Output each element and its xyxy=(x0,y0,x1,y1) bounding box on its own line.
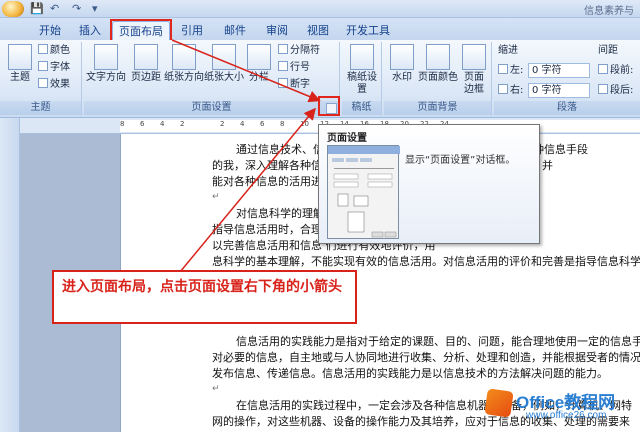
colors-icon xyxy=(38,44,48,54)
theme-colors-button[interactable]: 颜色 xyxy=(38,44,70,58)
left-indent-label: 左: xyxy=(498,64,523,78)
ribbon: 主题 颜色 字体 效果 主题 文字方向 页边距 纸张方向 纸张大小 分栏 分隔符… xyxy=(0,40,640,118)
doc-line[interactable]: 发布信息、传递信息。信息活用的实践能力是以信息技术的方法解决问题的能力。 xyxy=(212,366,640,382)
theme-effects-button[interactable]: 效果 xyxy=(38,78,70,92)
tab-developer[interactable]: 开发工具 xyxy=(340,21,396,40)
redo-icon[interactable]: ↷ xyxy=(72,2,81,16)
watermark-icon xyxy=(390,44,414,70)
tab-mailings[interactable]: 邮件 xyxy=(215,21,255,40)
right-indent-icon xyxy=(498,84,508,94)
columns-button[interactable]: 分栏 xyxy=(244,44,274,84)
tab-review[interactable]: 审阅 xyxy=(257,21,297,40)
doc-line[interactable]: 对必要的信息，自主地或与人协同地进行收集、分析、处理和创造，并能根据受者的情况， xyxy=(212,350,640,366)
effects-icon xyxy=(38,78,48,88)
page-color-icon xyxy=(426,44,450,70)
page-color-button[interactable]: 页面颜色 xyxy=(418,44,458,84)
page-borders-button[interactable]: 页面边框 xyxy=(458,44,490,96)
site-watermark: Office教程网 www.office26.com xyxy=(484,388,640,432)
watermark-url: www.office26.com xyxy=(526,410,607,421)
size-button[interactable]: 纸张大小 xyxy=(204,44,244,84)
spacing-label: 间距 xyxy=(598,45,618,56)
left-indent-input[interactable]: 0 字符 xyxy=(528,63,590,78)
page-setup-tooltip: 页面设置 显示“页面设置”对话框。 xyxy=(318,124,540,244)
title-bar: 💾 ↶ ↷ ▾ 信息素养与 xyxy=(0,0,640,18)
dialog-preview-image xyxy=(327,145,400,239)
margins-icon xyxy=(134,44,158,70)
undo-icon[interactable]: ↶ xyxy=(50,2,59,16)
breaks-button[interactable]: 分隔符 xyxy=(278,44,320,58)
launcher-highlight-box xyxy=(318,96,340,116)
tooltip-description: 显示“页面设置”对话框。 xyxy=(405,155,516,166)
theme-fonts-button[interactable]: 字体 xyxy=(38,61,70,75)
orientation-icon xyxy=(172,44,196,70)
orientation-button[interactable]: 纸张方向 xyxy=(164,44,204,84)
manuscript-group-label: 稿纸 xyxy=(342,101,381,115)
instruction-callout: 进入页面布局，点击页面设置右下角的小箭头 xyxy=(52,270,357,324)
page-setup-group-label: 页面设置 xyxy=(84,101,339,115)
paragraph-group-label: 段落 xyxy=(494,101,640,115)
tab-highlight-box xyxy=(110,19,172,42)
theme-group-label: 主题 xyxy=(0,101,81,115)
text-direction-icon xyxy=(94,44,118,70)
tab-view[interactable]: 视图 xyxy=(298,21,338,40)
themes-icon xyxy=(8,44,32,70)
themes-button[interactable]: 主题 xyxy=(2,44,38,84)
manuscript-icon xyxy=(350,44,374,70)
line-numbers-button[interactable]: 行号 xyxy=(278,61,310,75)
page-borders-icon xyxy=(462,44,486,70)
hyphenation-button[interactable]: 断字 xyxy=(278,78,310,92)
doc-line[interactable]: 息科学的基本理解，不能实现有效的信息活用。对信息活用的评价和完善是指导信息科学 xyxy=(212,254,640,270)
space-after-label: 段后: xyxy=(598,84,633,98)
paragraph-mark-icon: ↵ xyxy=(212,384,220,394)
paragraph-group: 缩进 间距 左: 0 字符 右: 0 字符 段前: 段后: 段落 xyxy=(494,42,640,116)
left-indent-icon xyxy=(498,64,508,74)
office-button[interactable] xyxy=(2,1,24,17)
watermark-button[interactable]: 水印 xyxy=(386,44,418,84)
margins-button[interactable]: 页边距 xyxy=(128,44,164,84)
tab-insert[interactable]: 插入 xyxy=(72,21,108,40)
page-setup-group: 文字方向 页边距 纸张方向 纸张大小 分栏 分隔符 行号 断字 页面设置 xyxy=(84,42,340,116)
manuscript-group: 稿纸设置 稿纸 xyxy=(342,42,382,116)
hyphenation-icon xyxy=(278,78,288,88)
tab-references[interactable]: 引用 xyxy=(172,21,212,40)
paragraph-mark-icon: ↵ xyxy=(212,192,220,202)
fonts-icon xyxy=(38,61,48,71)
ribbon-tabs: 开始 插入 页面布局 引用 邮件 审阅 视图 开发工具 xyxy=(0,18,640,40)
office-logo-icon xyxy=(484,388,514,418)
indent-label: 缩进 xyxy=(498,45,518,56)
window-title: 信息素养与 xyxy=(584,6,634,17)
tab-home[interactable]: 开始 xyxy=(30,21,70,40)
save-icon[interactable]: 💾 xyxy=(30,2,44,16)
space-before-icon xyxy=(598,64,608,74)
breaks-icon xyxy=(278,44,288,54)
columns-icon xyxy=(247,44,271,70)
callout-text: 进入页面布局，点击页面设置右下角的小箭头 xyxy=(62,279,342,295)
right-indent-input[interactable]: 0 字符 xyxy=(528,83,590,98)
manuscript-settings-button[interactable]: 稿纸设置 xyxy=(344,44,380,96)
tooltip-title: 页面设置 xyxy=(327,133,367,144)
page-background-group-label: 页面背景 xyxy=(384,101,491,115)
space-before-label: 段前: xyxy=(598,64,633,78)
line-numbers-icon xyxy=(278,61,288,71)
theme-group: 主题 颜色 字体 效果 主题 xyxy=(0,42,82,116)
vertical-ruler[interactable] xyxy=(0,118,20,432)
page-background-group: 水印 页面颜色 页面边框 页面背景 xyxy=(384,42,492,116)
size-icon xyxy=(212,44,236,70)
text-direction-button[interactable]: 文字方向 xyxy=(86,44,126,84)
space-after-icon xyxy=(598,84,608,94)
right-indent-label: 右: xyxy=(498,84,523,98)
customize-qat-icon[interactable]: ▾ xyxy=(92,2,98,16)
doc-line[interactable]: 信息活用的实践能力是指对于给定的课题、目的、问题，能合理地使用一定的信息手段， xyxy=(236,334,640,350)
